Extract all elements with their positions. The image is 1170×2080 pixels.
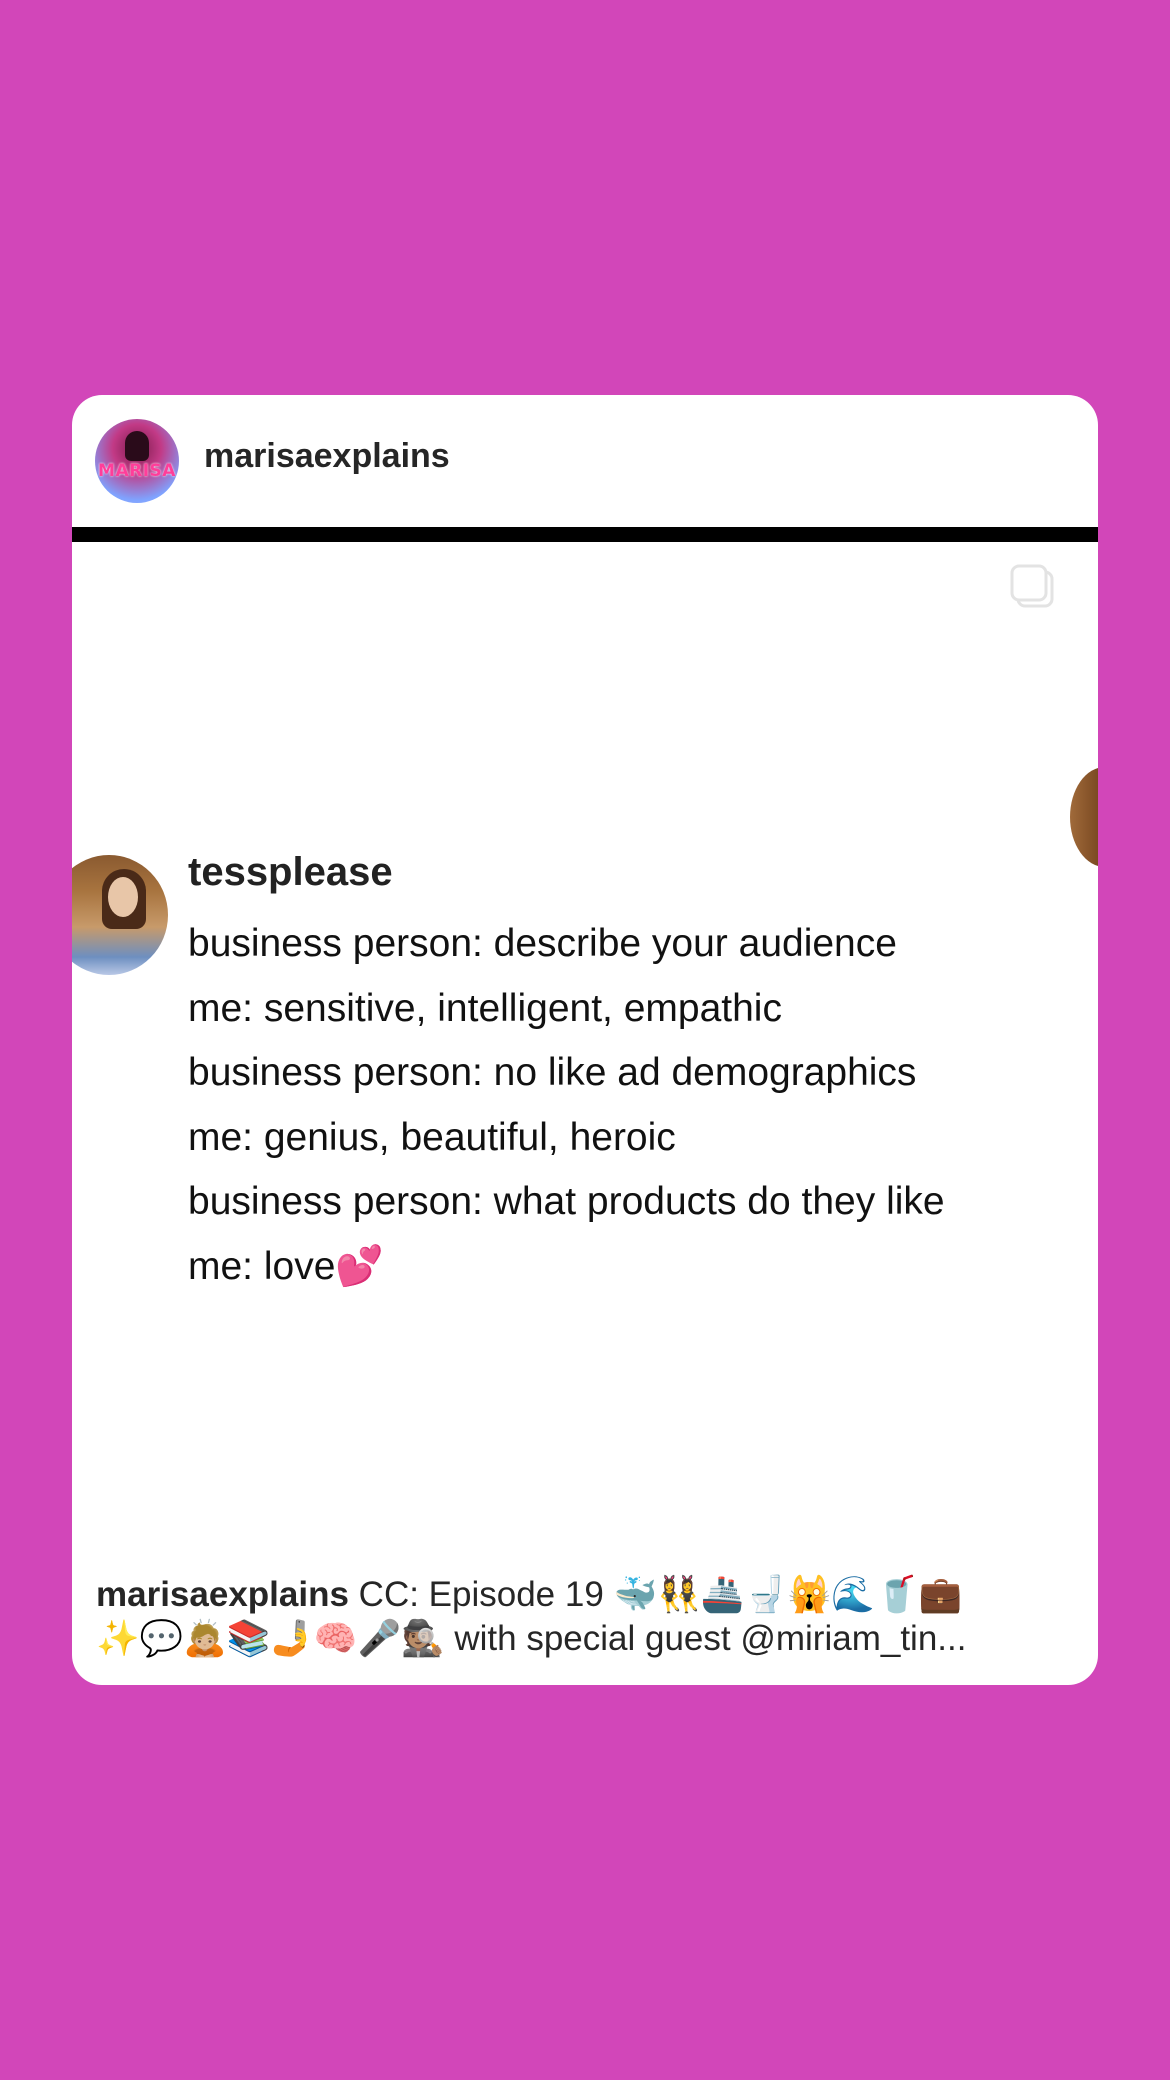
tweet-line: business person: what products do they l… (188, 1180, 945, 1223)
multiple-posts-icon (1010, 564, 1054, 608)
post-caption[interactable]: marisaexplains CC: Episode 19 🐳👯‍♀️🚢🚽🙀🌊🥤… (96, 1573, 1081, 1661)
caption-line: ✨💬🙇🏼📚🤳🧠🎤🕵🏽 with special guest @miriam_ti… (96, 1619, 967, 1658)
tweet-line: business person: no like ad demographics (188, 1051, 917, 1094)
caption-text: CC: Episode 19 🐳👯‍♀️🚢🚽🙀🌊🥤💼 (348, 1575, 963, 1614)
tweet-body: business person: describe your audience … (188, 912, 1078, 1299)
caption-username[interactable]: marisaexplains (96, 1575, 349, 1614)
post-card: MARISA marisaexplains tessplease busines… (72, 395, 1098, 1685)
next-slide-avatar (1070, 767, 1098, 867)
tweet-line: business person: describe your audience (188, 922, 897, 965)
avatar-figure (125, 431, 149, 461)
caption-line: marisaexplains CC: Episode 19 🐳👯‍♀️🚢🚽🙀🌊🥤… (96, 1573, 1081, 1617)
post-username[interactable]: marisaexplains (204, 437, 450, 476)
tweet-line: me: love💕 (188, 1244, 384, 1288)
avatar-face (108, 877, 138, 917)
avatar-logo-text: MARISA (98, 461, 176, 481)
tweet-line: me: genius, beautiful, heroic (188, 1115, 676, 1159)
header-divider (72, 527, 1098, 542)
tweet-line: me: sensitive, intelligent, empathic (188, 986, 782, 1030)
post-header: MARISA marisaexplains (72, 395, 1098, 527)
profile-avatar[interactable]: MARISA (95, 419, 179, 503)
tweet-author-avatar (72, 855, 168, 975)
tweet-author-name: tessplease (188, 850, 393, 894)
